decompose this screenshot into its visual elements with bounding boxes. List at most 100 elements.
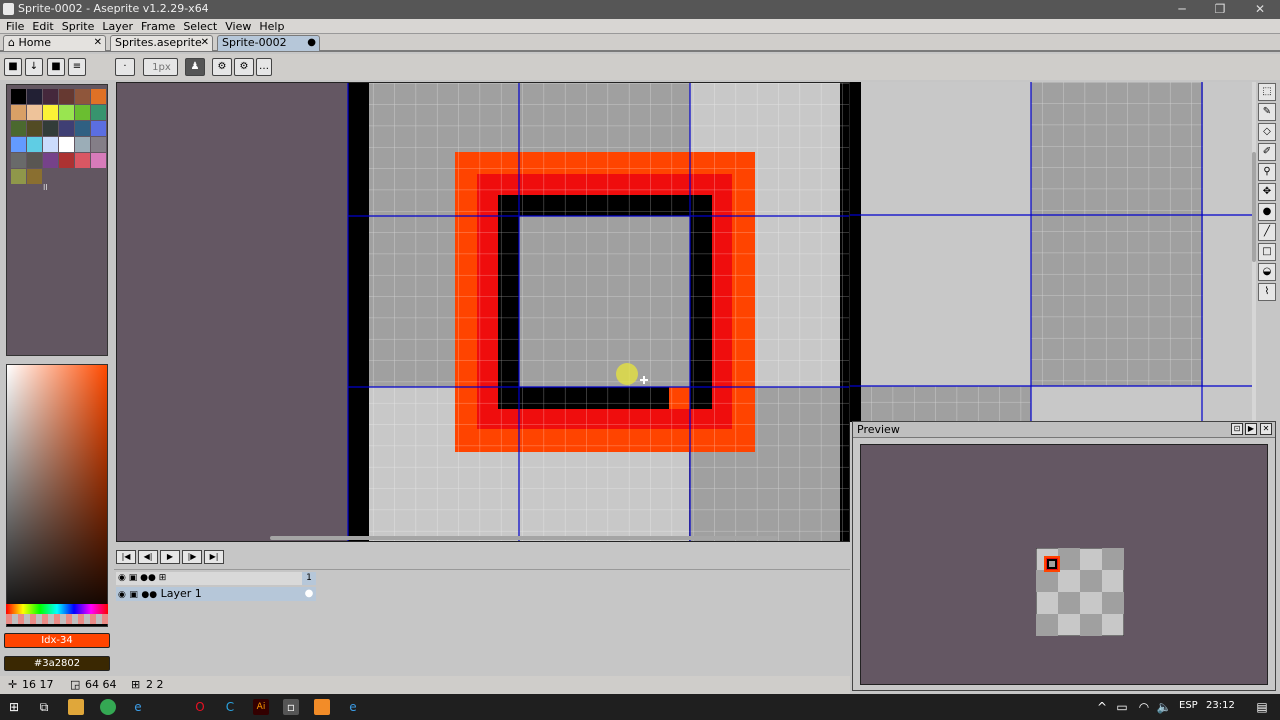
app-c-icon[interactable]: C (222, 699, 238, 715)
tab-sprite-0002[interactable]: Sprite-0002 ● (217, 35, 320, 51)
arrow-down-icon[interactable]: ↓ (25, 58, 43, 76)
tab-sprites-aseprite[interactable]: Sprites.aseprite ✕ (110, 35, 213, 51)
language-indicator[interactable]: ESP (1179, 700, 1198, 711)
palette-swatch[interactable] (43, 121, 58, 136)
more-options-icon[interactable]: … (256, 58, 272, 76)
palette-swatch[interactable] (27, 105, 42, 120)
task-view-icon[interactable]: ⧉ (36, 699, 52, 715)
pencil-tool-icon[interactable]: ✎ (1258, 103, 1276, 121)
play-icon[interactable]: ▶ (1245, 423, 1257, 435)
marquee-tool-icon[interactable]: ⬚ (1258, 83, 1276, 101)
menu-sprite[interactable]: Sprite (58, 20, 99, 34)
preview-canvas[interactable] (860, 444, 1268, 685)
palette-swatch[interactable] (11, 105, 26, 120)
tab-close-icon[interactable]: ✕ (201, 36, 209, 50)
eye-icon[interactable]: ◉ (118, 590, 126, 600)
contour-tool-icon[interactable]: ◒ (1258, 263, 1276, 281)
palette-swatch[interactable] (11, 121, 26, 136)
illustrator-icon[interactable]: Ai (253, 699, 269, 715)
palette-swatch[interactable] (59, 105, 74, 120)
edge-icon[interactable]: e (130, 699, 146, 715)
canvas-right-region[interactable] (850, 82, 1252, 422)
close-button[interactable]: ✕ (1240, 0, 1280, 19)
minimize-button[interactable]: ─ (1162, 0, 1202, 19)
continuous-icon[interactable]: ●● (141, 590, 157, 600)
palette-swatch[interactable] (43, 137, 58, 152)
edge-dev-icon[interactable]: e (345, 699, 361, 715)
palette-swatch[interactable] (27, 121, 42, 136)
palette-swatch[interactable] (11, 153, 26, 168)
sprite-canvas[interactable] (116, 82, 850, 542)
first-frame-icon[interactable]: |◀ (116, 550, 136, 564)
menu-view[interactable]: View (221, 20, 255, 34)
menu-edit[interactable]: Edit (28, 20, 57, 34)
palette-swatch[interactable] (27, 169, 42, 184)
eyedropper-tool-icon[interactable]: ✐ (1258, 143, 1276, 161)
menu-icon[interactable]: ≡ (68, 58, 86, 76)
palette-swatch[interactable] (75, 121, 90, 136)
eraser-tool-icon[interactable]: ◇ (1258, 123, 1276, 141)
file-explorer-icon[interactable] (68, 699, 84, 715)
palette-swatch[interactable] (91, 153, 106, 168)
palette-swatch[interactable] (43, 105, 58, 120)
notifications-icon[interactable]: ▤ (1254, 699, 1270, 715)
fill-tool-icon[interactable]: ● (1258, 203, 1276, 221)
pressure-icon[interactable]: ♟ (185, 58, 205, 76)
palette-swatch[interactable] (27, 153, 42, 168)
palette-swatch[interactable] (59, 89, 74, 104)
palette-swatch[interactable] (59, 137, 74, 152)
palette-swatch[interactable] (43, 89, 58, 104)
palette-swatch[interactable] (11, 137, 26, 152)
brush-size-input[interactable] (143, 58, 178, 76)
wifi-icon[interactable]: ◠ (1136, 699, 1152, 715)
eye-icon[interactable]: ◉ (118, 573, 126, 583)
blur-tool-icon[interactable]: ⌇ (1258, 283, 1276, 301)
layer-group-icon[interactable]: ⊞ (159, 573, 167, 583)
menu-frame[interactable]: Frame (137, 20, 179, 34)
cel-dot-icon[interactable]: ● (302, 587, 316, 601)
rectangle-tool-icon[interactable]: □ (1258, 243, 1276, 261)
volume-icon[interactable]: 🔈 (1156, 699, 1172, 715)
menu-help[interactable]: Help (255, 20, 288, 34)
pixel-perfect-icon[interactable]: ⚙ (212, 58, 232, 76)
palette-swatch[interactable] (27, 89, 42, 104)
brush-type-icon[interactable]: · (115, 58, 135, 76)
lock-icon[interactable]: ▣ (129, 573, 138, 583)
palette-swatch[interactable] (43, 153, 58, 168)
aseprite-taskbar-icon[interactable]: ▫ (283, 699, 299, 715)
palette-swatch[interactable] (11, 169, 26, 184)
lock-icon[interactable]: ▣ (129, 590, 138, 600)
next-frame-icon[interactable]: |▶ (182, 550, 202, 564)
frame-number[interactable]: 1 (302, 572, 316, 585)
play-icon[interactable]: ▶ (160, 550, 180, 564)
lock-icon[interactable]: ■ (4, 58, 22, 76)
background-color-bar[interactable]: #3a2802 (4, 656, 110, 671)
palette-swatch[interactable] (27, 137, 42, 152)
clock[interactable]: 23:12 (1206, 700, 1235, 711)
horizontal-scrollbar[interactable] (270, 536, 778, 540)
app-orange-icon[interactable] (314, 699, 330, 715)
windows-start-icon[interactable]: ⊞ (6, 699, 22, 715)
ink-icon[interactable]: ⚙ (234, 58, 254, 76)
palette-swatch[interactable] (75, 89, 90, 104)
zoom-tool-icon[interactable]: ⚲ (1258, 163, 1276, 181)
tab-home[interactable]: ⌂ Home ✕ (3, 35, 106, 51)
palette-swatch[interactable] (75, 153, 90, 168)
palette-swatch[interactable] (11, 89, 26, 104)
palette-swatch[interactable] (75, 105, 90, 120)
move-tool-icon[interactable]: ✥ (1258, 183, 1276, 201)
palette-swatch[interactable] (59, 121, 74, 136)
palette-swatch[interactable] (91, 105, 106, 120)
stop-icon[interactable]: ■ (47, 58, 65, 76)
maximize-button[interactable]: ❐ (1200, 0, 1240, 19)
palette-swatch[interactable] (91, 121, 106, 136)
battery-icon[interactable]: ▭ (1114, 699, 1130, 715)
opera-icon[interactable]: O (192, 699, 208, 715)
menu-file[interactable]: File (2, 20, 28, 34)
prev-frame-icon[interactable]: ◀| (138, 550, 158, 564)
last-frame-icon[interactable]: ▶| (204, 550, 224, 564)
palette-swatch[interactable] (75, 137, 90, 152)
layer-row[interactable]: ◉ ▣ ●● Layer 1 (116, 587, 302, 601)
menu-layer[interactable]: Layer (98, 20, 137, 34)
palette-swatch[interactable] (59, 153, 74, 168)
